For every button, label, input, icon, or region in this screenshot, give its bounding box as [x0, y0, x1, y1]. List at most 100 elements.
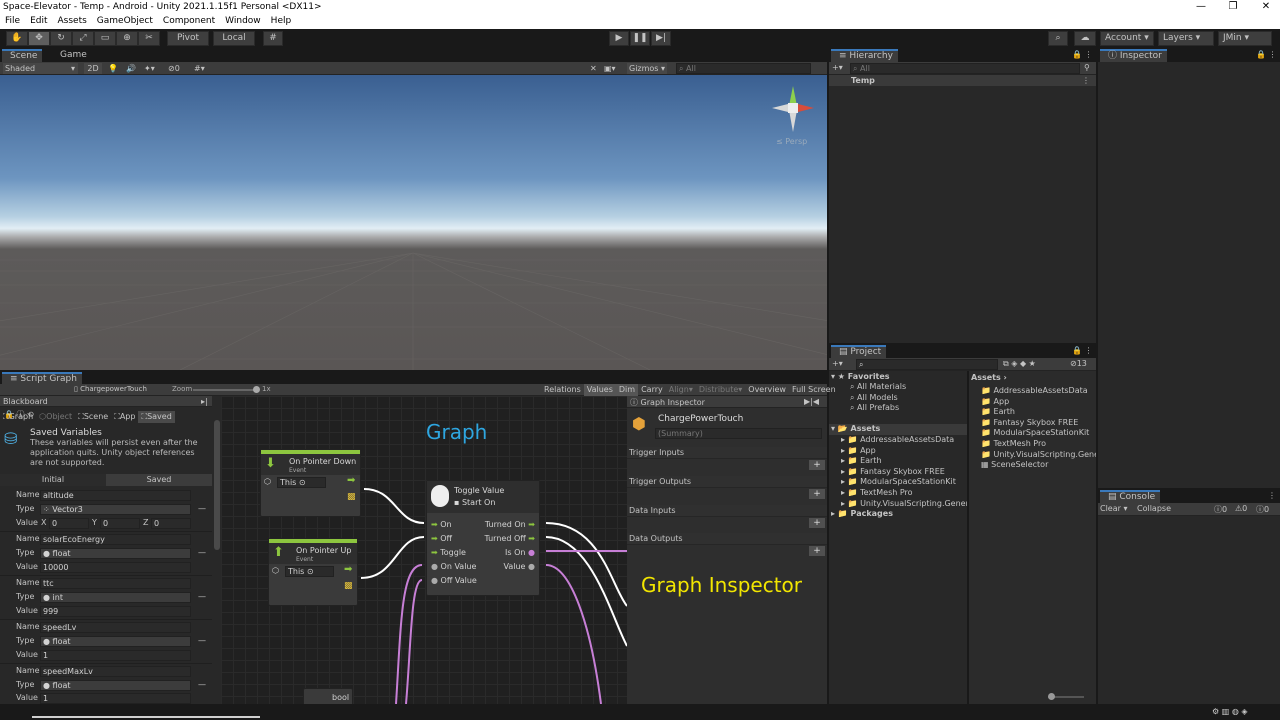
menu-help[interactable]: Help: [266, 14, 297, 29]
folder-item[interactable]: ▸ 📁 Unity.VisualScripting.Genera: [841, 499, 967, 510]
layers-dropdown[interactable]: Layers ▾: [1158, 31, 1214, 46]
event-args-port[interactable]: ▩: [347, 492, 356, 502]
packages-node[interactable]: ▸ 📁 Packages: [831, 509, 893, 520]
fav-all-models[interactable]: ⌕ All Models: [850, 393, 906, 404]
tab-scene[interactable]: Scene: [2, 49, 43, 62]
target-field[interactable]: This ⊙: [285, 566, 334, 577]
minimize-button[interactable]: —: [1191, 0, 1211, 14]
variable-name-input[interactable]: speedMaxLv: [40, 666, 191, 677]
dim-toggle[interactable]: Dim: [615, 384, 639, 396]
start-on-checkbox[interactable]: ▪ Start On: [454, 498, 495, 507]
folder-item[interactable]: ▸ 📁 ModularSpaceStationKit: [841, 477, 967, 488]
menu-assets[interactable]: Assets: [53, 14, 92, 29]
asset-item[interactable]: 📁 Fantasy Skybox FREE: [981, 418, 1096, 429]
fav-all-materials[interactable]: ⌕ All Materials: [850, 382, 906, 393]
transform-tool-icon[interactable]: ⊕: [116, 31, 138, 46]
folder-item[interactable]: ▸ 📁 TextMesh Pro: [841, 488, 967, 499]
output-value[interactable]: Value ●: [484, 560, 536, 574]
variable-name-input[interactable]: altitude: [40, 490, 191, 501]
maximize-button[interactable]: ❐: [1223, 0, 1243, 14]
inspector-lock-icon[interactable]: 🔒 ⋮: [1256, 50, 1277, 59]
asset-item[interactable]: 📁 App: [981, 397, 1096, 408]
output-is-on[interactable]: Is On ●: [484, 546, 535, 560]
asset-item[interactable]: ▦ SceneSelector: [981, 460, 1096, 471]
status-icons[interactable]: ⚙ ▥ ◍ ◈: [1212, 707, 1248, 716]
variable-name-input[interactable]: solarEcoEnergy: [40, 534, 191, 545]
menu-component[interactable]: Component: [158, 14, 220, 29]
assets-breadcrumb[interactable]: Assets ›: [971, 373, 1007, 384]
blackboard-scrollbar[interactable]: [214, 420, 220, 550]
cloud-icon[interactable]: ☁: [1074, 31, 1096, 46]
folder-item[interactable]: ▸ 📁 AddressableAssetsData: [841, 435, 967, 446]
values-toggle[interactable]: Values: [583, 384, 616, 396]
console-menu-icon[interactable]: ⋮: [1268, 491, 1276, 500]
local-toggle[interactable]: Local: [213, 31, 255, 46]
value-x-input[interactable]: 0: [49, 518, 89, 529]
close-button[interactable]: ✕: [1256, 0, 1276, 14]
graph-summary-input[interactable]: (Summary): [655, 428, 822, 439]
hierarchy-scene-row[interactable]: Temp ⋮: [829, 75, 1096, 86]
grid-snap-icon[interactable]: #: [263, 31, 283, 46]
search-icon[interactable]: ⌕: [1048, 31, 1068, 46]
carry-toggle[interactable]: Carry: [638, 384, 666, 396]
project-add-button[interactable]: +▾: [832, 359, 843, 368]
assets-node[interactable]: ▾ 📂 Assets: [829, 424, 967, 435]
input-on[interactable]: ➡ On: [431, 518, 477, 532]
pivot-toggle[interactable]: Pivot: [167, 31, 209, 46]
shading-mode-dropdown[interactable]: Shaded ▾: [3, 63, 78, 74]
variable-value-input[interactable]: 1: [40, 693, 191, 704]
input-off-value[interactable]: ● Off Value: [431, 574, 477, 588]
asset-item[interactable]: 📁 Unity.VisualScripting.Genera: [981, 450, 1096, 461]
pause-button[interactable]: ❚❚: [630, 31, 650, 46]
output-turned-off[interactable]: Turned Off ➡: [484, 532, 535, 546]
hand-tool-icon[interactable]: ✋: [6, 31, 28, 46]
folder-item[interactable]: ▸ 📁 App: [841, 446, 967, 457]
project-hidden-count[interactable]: ⊘13: [1070, 359, 1087, 368]
scale-tool-icon[interactable]: ⤢: [72, 31, 94, 46]
asset-item[interactable]: 📁 AddressableAssetsData: [981, 386, 1096, 397]
variable-value-input[interactable]: 1: [40, 650, 191, 661]
tab-game[interactable]: Game: [52, 49, 92, 62]
output-turned-on[interactable]: Turned On ➡: [484, 518, 535, 532]
asset-item[interactable]: 📁 Earth: [981, 407, 1096, 418]
initial-tab[interactable]: Initial: [0, 474, 106, 486]
value-z-input[interactable]: 0: [151, 518, 191, 529]
hidden-count[interactable]: ⊘0: [168, 63, 180, 74]
variable-name-input[interactable]: speedLv: [40, 622, 191, 633]
trigger-output-port[interactable]: ➡: [344, 564, 352, 575]
custom-tool-icon[interactable]: ✂: [138, 31, 160, 46]
asset-item[interactable]: 📁 ModularSpaceStationKit: [981, 428, 1096, 439]
grid-dropdown-icon[interactable]: #▾: [194, 63, 205, 74]
input-toggle[interactable]: ➡ Toggle: [431, 546, 477, 560]
variable-type-dropdown[interactable]: ⁘ Vector3: [40, 504, 191, 515]
menu-edit[interactable]: Edit: [25, 14, 52, 29]
project-search-input[interactable]: ⌕: [856, 359, 998, 370]
event-args-port[interactable]: ▩: [344, 581, 353, 591]
bool-literal-node[interactable]: bool: [303, 688, 353, 704]
trigger-output-port[interactable]: ➡: [347, 475, 355, 486]
toggle-value-node[interactable]: Toggle Value ▪ Start On ➡ On ➡ Off ➡ Tog…: [426, 480, 540, 596]
tools-icon[interactable]: ✕: [590, 63, 597, 74]
graph-inspector-collapse-icon[interactable]: ▶|◀: [804, 397, 819, 406]
step-button[interactable]: ▶|: [651, 31, 671, 46]
value-y-input[interactable]: 0: [100, 518, 140, 529]
input-on-value[interactable]: ● On Value: [431, 560, 477, 574]
move-tool-icon[interactable]: ✥: [28, 31, 50, 46]
tab-console[interactable]: ▤ Console: [1100, 490, 1161, 503]
play-button[interactable]: ▶: [609, 31, 629, 46]
folder-item[interactable]: ▸ 📁 Fantasy Skybox FREE: [841, 467, 967, 478]
clear-dropdown[interactable]: Clear ▾: [1100, 504, 1127, 513]
variable-type-dropdown[interactable]: ● float: [40, 680, 191, 691]
asset-item[interactable]: 📁 TextMesh Pro: [981, 439, 1096, 450]
account-dropdown[interactable]: Account ▾: [1100, 31, 1154, 46]
icon-size-slider[interactable]: [1048, 693, 1084, 700]
add-trigger-input-button[interactable]: +: [809, 460, 825, 470]
variable-type-dropdown[interactable]: ● float: [40, 548, 191, 559]
effects-icon[interactable]: ✦▾: [144, 63, 155, 74]
add-data-output-button[interactable]: +: [809, 546, 825, 556]
tab-graph-vars[interactable]: ⛶Graph: [0, 411, 36, 423]
variable-value-input[interactable]: 10000: [40, 562, 191, 573]
log-count[interactable]: ⓘ0: [1214, 504, 1227, 515]
tab-hierarchy[interactable]: ≡ Hierarchy: [831, 49, 898, 62]
remove-variable-button[interactable]: —: [198, 636, 206, 645]
